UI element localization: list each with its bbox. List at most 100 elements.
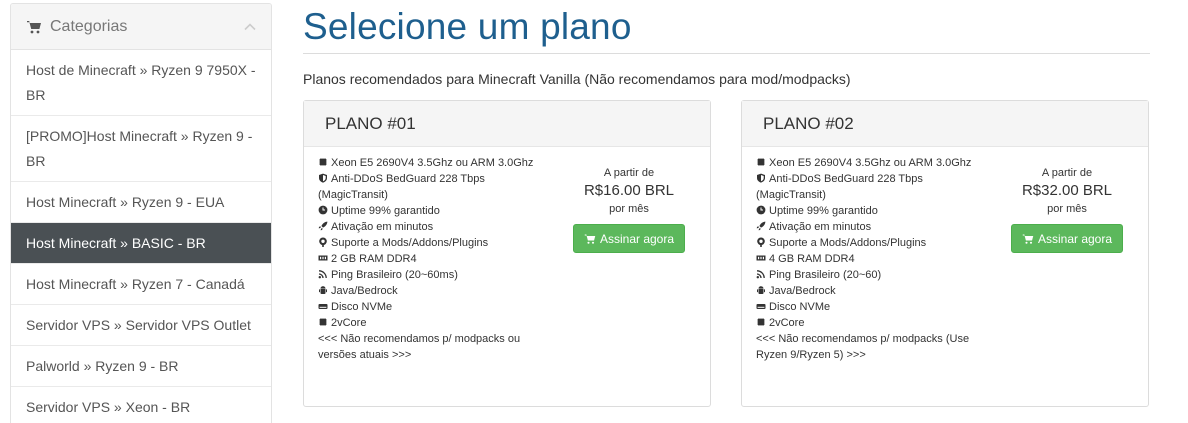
shield-icon [318,173,328,183]
plan-feature: Uptime 99% garantido [756,203,978,219]
plan-feature-text: Uptime 99% garantido [331,205,440,217]
subscribe-button[interactable]: Assinar agora [1010,224,1124,253]
plan-pricing: A partir de R$16.00 BRL por mês Assinar … [564,167,694,253]
plan-feature-text: Suporte a Mods/Addons/Plugins [331,237,489,249]
plan-feature: Anti-DDoS BedGuard 228 Tbps (MagicTransi… [318,171,540,203]
price-period: por mês [609,203,649,215]
clock-icon [318,205,328,215]
android-icon [756,285,766,295]
plan-feature-text: Java/Bedrock [769,285,836,297]
android-icon [318,285,328,295]
sidebar-item-label: Servidor VPS » Servidor VPS Outlet [26,316,251,333]
sidebar-item-label: Host Minecraft » Ryzen 9 - EUA [26,193,225,210]
page-title: Selecione um plano [303,6,632,47]
sidebar-title: Categorias [50,17,128,35]
plan-feature-text: Anti-DDoS BedGuard 228 Tbps (MagicTransi… [756,173,923,201]
shopping-cart-icon [1022,234,1034,244]
sidebar-item-minecraft-ryzen9-eua[interactable]: Host Minecraft » Ryzen 9 - EUA [11,182,271,223]
sidebar-item-label: Host Minecraft » BASIC - BR [26,234,206,251]
sidebar-item-promo-minecraft-ryzen9[interactable]: [PROMO]Host Minecraft » Ryzen 9 - BR [11,116,271,182]
plan-feature-text: <<< Não recomendamos p/ modpacks ou vers… [318,333,521,361]
plan-feature-text: 2vCore [331,317,367,329]
drive-icon [756,301,766,311]
sidebar-item-label: Palworld » Ryzen 9 - BR [26,357,179,374]
subscribe-button-label: Assinar agora [599,231,675,246]
plan-pricing: A partir de R$32.00 BRL por mês Assinar … [1002,167,1132,253]
sidebar-item-label: [PROMO]Host Minecraft » Ryzen 9 - BR [26,127,253,169]
plan-feature: Java/Bedrock [756,283,978,299]
plan-feature: <<< Não recomendamos p/ modpacks ou vers… [318,331,540,363]
subscribe-button[interactable]: Assinar agora [572,224,686,253]
plan-feature: 2vCore [318,315,540,331]
plan-feature: Anti-DDoS BedGuard 228 Tbps (MagicTransi… [756,171,978,203]
title-divider [303,53,1150,54]
memory-icon [756,253,766,263]
shopping-cart-icon [584,234,596,244]
plan-feature-text: Xeon E5 2690V4 3.5Ghz ou ARM 3.0Ghz [331,157,534,169]
plan-feature-text: Anti-DDoS BedGuard 228 Tbps (MagicTransi… [318,173,485,201]
plan-feature: 4 GB RAM DDR4 [756,251,978,267]
plan-feature: Disco NVMe [318,299,540,315]
plan-feature: Ativação em minutos [756,219,978,235]
plan-feature: Xeon E5 2690V4 3.5Ghz ou ARM 3.0Ghz [756,155,978,171]
shield-icon [756,173,766,183]
plan-feature-text: Uptime 99% garantido [769,205,878,217]
sidebar-item-label: Servidor VPS » Xeon - BR [26,398,191,415]
plan-feature: <<< Não recomendamos p/ modpacks (Use Ry… [756,331,978,363]
cpu-icon [318,157,328,167]
plan-price: R$32.00 BRL [1021,182,1113,199]
signal-icon [318,269,328,279]
plan-feature: Suporte a Mods/Addons/Plugins [318,235,540,251]
plan-title: PLANO #01 [304,101,710,147]
memory-icon [318,253,328,263]
sidebar-item-label: Host de Minecraft » Ryzen 9 7950X - BR [26,61,256,103]
price-from-label: A partir de [1041,167,1093,179]
support-icon [318,237,328,247]
sidebar-item-label: Host Minecraft » Ryzen 7 - Canadá [26,275,245,292]
chevron-up-icon[interactable] [243,20,257,34]
plan-features: Xeon E5 2690V4 3.5Ghz ou ARM 3.0Ghz Anti-… [756,155,978,363]
plan-feature-text: Disco NVMe [769,301,831,313]
plan-features: Xeon E5 2690V4 3.5Ghz ou ARM 3.0Ghz Anti-… [318,155,540,363]
price-from-label: A partir de [603,167,655,179]
sidebar-item-vps-xeon[interactable]: Servidor VPS » Xeon - BR [11,387,271,423]
page-subtitle: Planos recomendados para Minecraft Vanil… [303,71,851,87]
plan-feature-text: 4 GB RAM DDR4 [769,253,855,265]
plan-feature: Ativação em minutos [318,219,540,235]
plan-feature-text: Xeon E5 2690V4 3.5Ghz ou ARM 3.0Ghz [769,157,972,169]
plan-feature: Suporte a Mods/Addons/Plugins [756,235,978,251]
price-period: por mês [1047,203,1087,215]
plan-feature-text: Ping Brasileiro (20~60) [769,269,882,281]
plan-feature-text: <<< Não recomendamos p/ modpacks (Use Ry… [756,333,970,361]
sidebar-item-minecraft-ryzen9-7950x[interactable]: Host de Minecraft » Ryzen 9 7950X - BR [11,50,271,116]
plan-feature-text: Java/Bedrock [331,285,398,297]
subscribe-button-label: Assinar agora [1037,231,1113,246]
cpu-icon [756,157,766,167]
sidebar-item-palworld-ryzen9[interactable]: Palworld » Ryzen 9 - BR [11,346,271,387]
plan-feature-text: Ativação em minutos [769,221,872,233]
sidebar-item-minecraft-basic[interactable]: Host Minecraft » BASIC - BR [11,223,271,264]
drive-icon [318,301,328,311]
plan-price: R$16.00 BRL [583,182,675,199]
plan-feature: Ping Brasileiro (20~60ms) [318,267,540,283]
plan-feature: Xeon E5 2690V4 3.5Ghz ou ARM 3.0Ghz [318,155,540,171]
plan-card-01: PLANO #01 Xeon E5 2690V4 3.5Ghz ou ARM 3… [303,100,711,407]
cpu-icon [756,317,766,327]
rocket-icon [318,221,328,231]
plan-feature: Uptime 99% garantido [318,203,540,219]
plan-feature-text: Disco NVMe [331,301,393,313]
plan-feature: Ping Brasileiro (20~60) [756,267,978,283]
sidebar-header[interactable]: Categorias [11,4,271,50]
sidebar: Categorias Host de Minecraft » Ryzen 9 7… [10,3,272,423]
plan-feature: Java/Bedrock [318,283,540,299]
plan-card-02: PLANO #02 Xeon E5 2690V4 3.5Ghz ou ARM 3… [741,100,1149,407]
sidebar-item-minecraft-ryzen7-canada[interactable]: Host Minecraft » Ryzen 7 - Canadá [11,264,271,305]
plan-feature: 2vCore [756,315,978,331]
plan-feature-text: 2vCore [769,317,805,329]
rocket-icon [756,221,766,231]
plan-feature-text: Ativação em minutos [331,221,434,233]
plan-feature: 2 GB RAM DDR4 [318,251,540,267]
plan-feature: Disco NVMe [756,299,978,315]
sidebar-item-vps-outlet[interactable]: Servidor VPS » Servidor VPS Outlet [11,305,271,346]
plan-title: PLANO #02 [742,101,1148,147]
